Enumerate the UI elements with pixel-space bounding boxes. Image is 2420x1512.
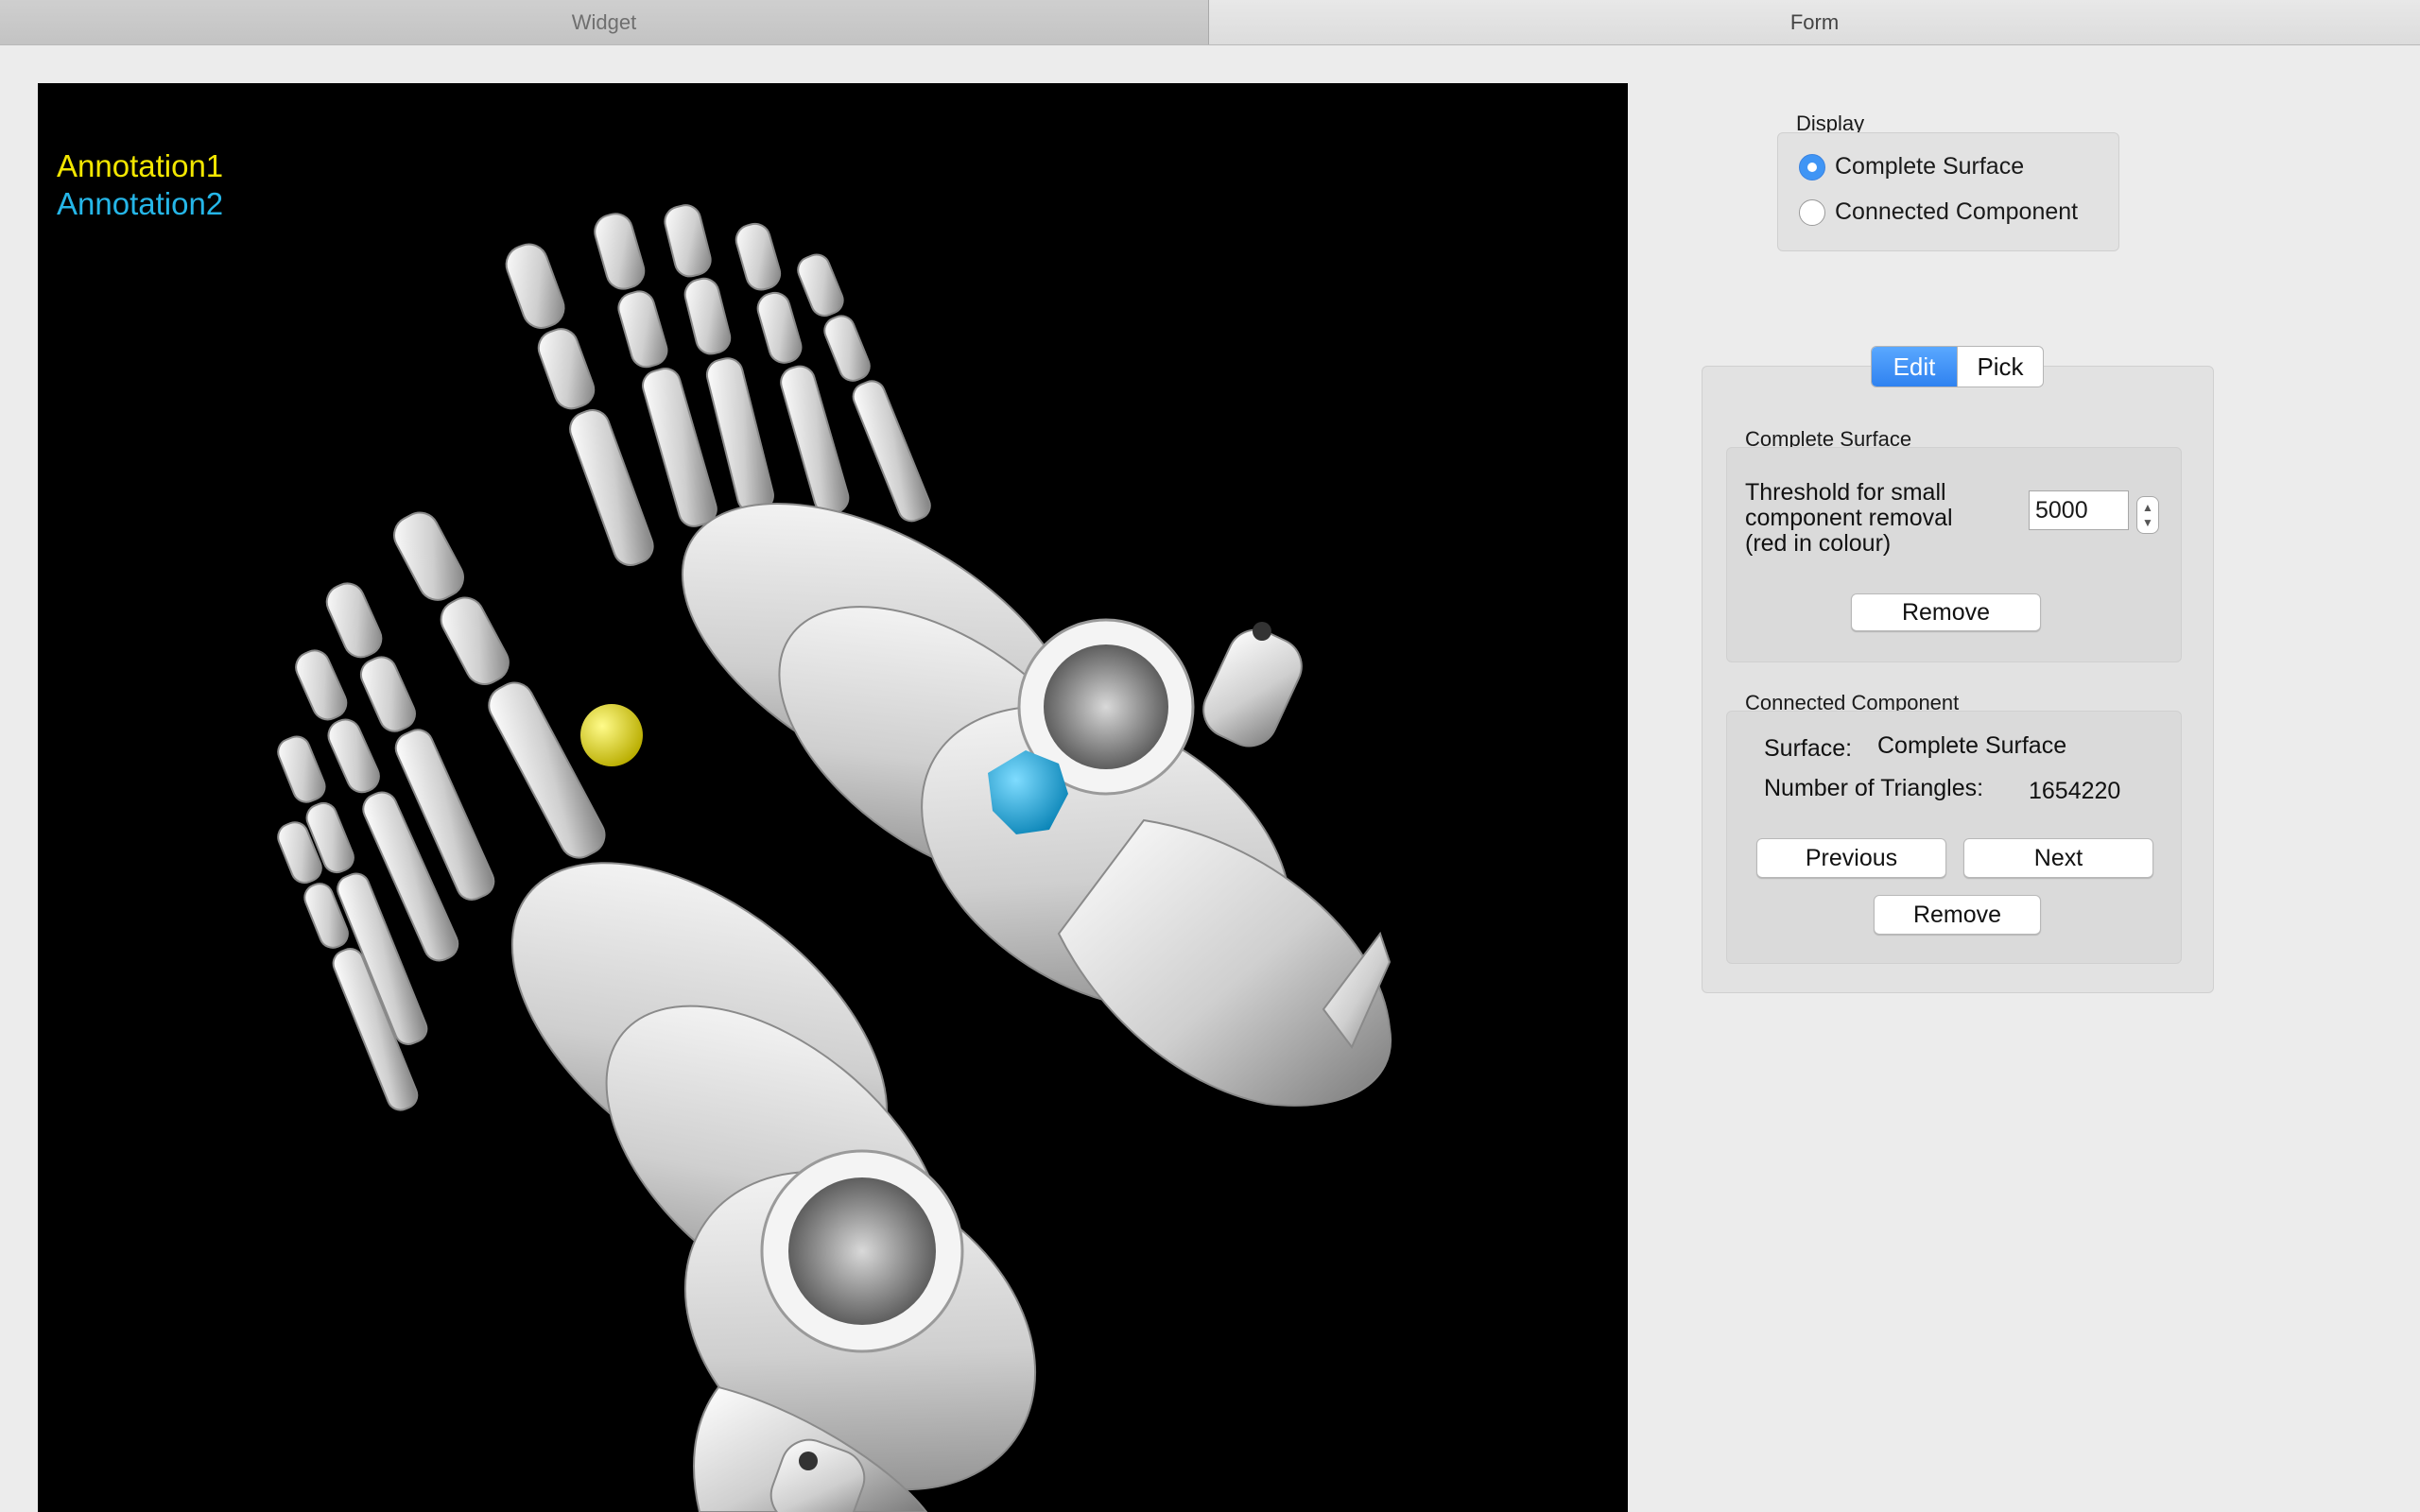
- tab-bar: Widget Form: [0, 0, 2420, 45]
- annotation-legend: Annotation1 Annotation2: [57, 147, 223, 223]
- chevron-up-icon[interactable]: ▲: [2142, 500, 2153, 515]
- radio-complete-surface[interactable]: Complete Surface: [1799, 153, 2024, 180]
- threshold-input[interactable]: 5000: [2029, 490, 2129, 530]
- triangles-value: 1654220: [2029, 778, 2121, 804]
- tab-form[interactable]: Form: [1209, 0, 2420, 44]
- display-group: [1777, 132, 2119, 251]
- radio-connected-component[interactable]: Connected Component: [1799, 198, 2078, 226]
- tab-edit[interactable]: Edit: [1872, 347, 1957, 387]
- bone-mesh-render: [277, 204, 1392, 1512]
- next-button[interactable]: Next: [1963, 838, 2153, 878]
- annotation1-marker: [580, 704, 643, 766]
- legend-annotation2: Annotation2: [57, 186, 224, 221]
- previous-button[interactable]: Previous: [1756, 838, 1946, 878]
- remove-component-button[interactable]: Remove: [1874, 895, 2041, 935]
- mode-segmented-control: Edit Pick: [1871, 346, 2044, 387]
- threshold-label-line1: Threshold for small: [1745, 479, 1946, 506]
- threshold-label-line2: component removal: [1745, 505, 1953, 531]
- stepper-icon[interactable]: ▲ ▼: [2136, 496, 2159, 534]
- legend-annotation1: Annotation1: [57, 148, 224, 183]
- remove-small-components-button[interactable]: Remove: [1851, 593, 2041, 631]
- tab-widget[interactable]: Widget: [0, 0, 1209, 44]
- radio-icon[interactable]: [1799, 153, 1825, 180]
- chevron-down-icon[interactable]: ▼: [2142, 515, 2153, 530]
- tibia-section-left: [760, 1149, 964, 1353]
- triangles-label: Number of Triangles:: [1764, 775, 1984, 801]
- threshold-label-line3: (red in colour): [1745, 530, 1892, 557]
- tab-pick[interactable]: Pick: [1957, 347, 2043, 387]
- radio-connected-component-label: Connected Component: [1835, 198, 2079, 225]
- surface-label: Surface:: [1764, 735, 1853, 762]
- radio-icon[interactable]: [1799, 198, 1825, 226]
- threshold-label: Threshold for small component removal (r…: [1745, 480, 1953, 557]
- surface-value: Complete Surface: [1877, 732, 2067, 759]
- radio-complete-surface-label: Complete Surface: [1835, 153, 2025, 180]
- render-viewport[interactable]: Annotation1 Annotation2: [38, 83, 1628, 1512]
